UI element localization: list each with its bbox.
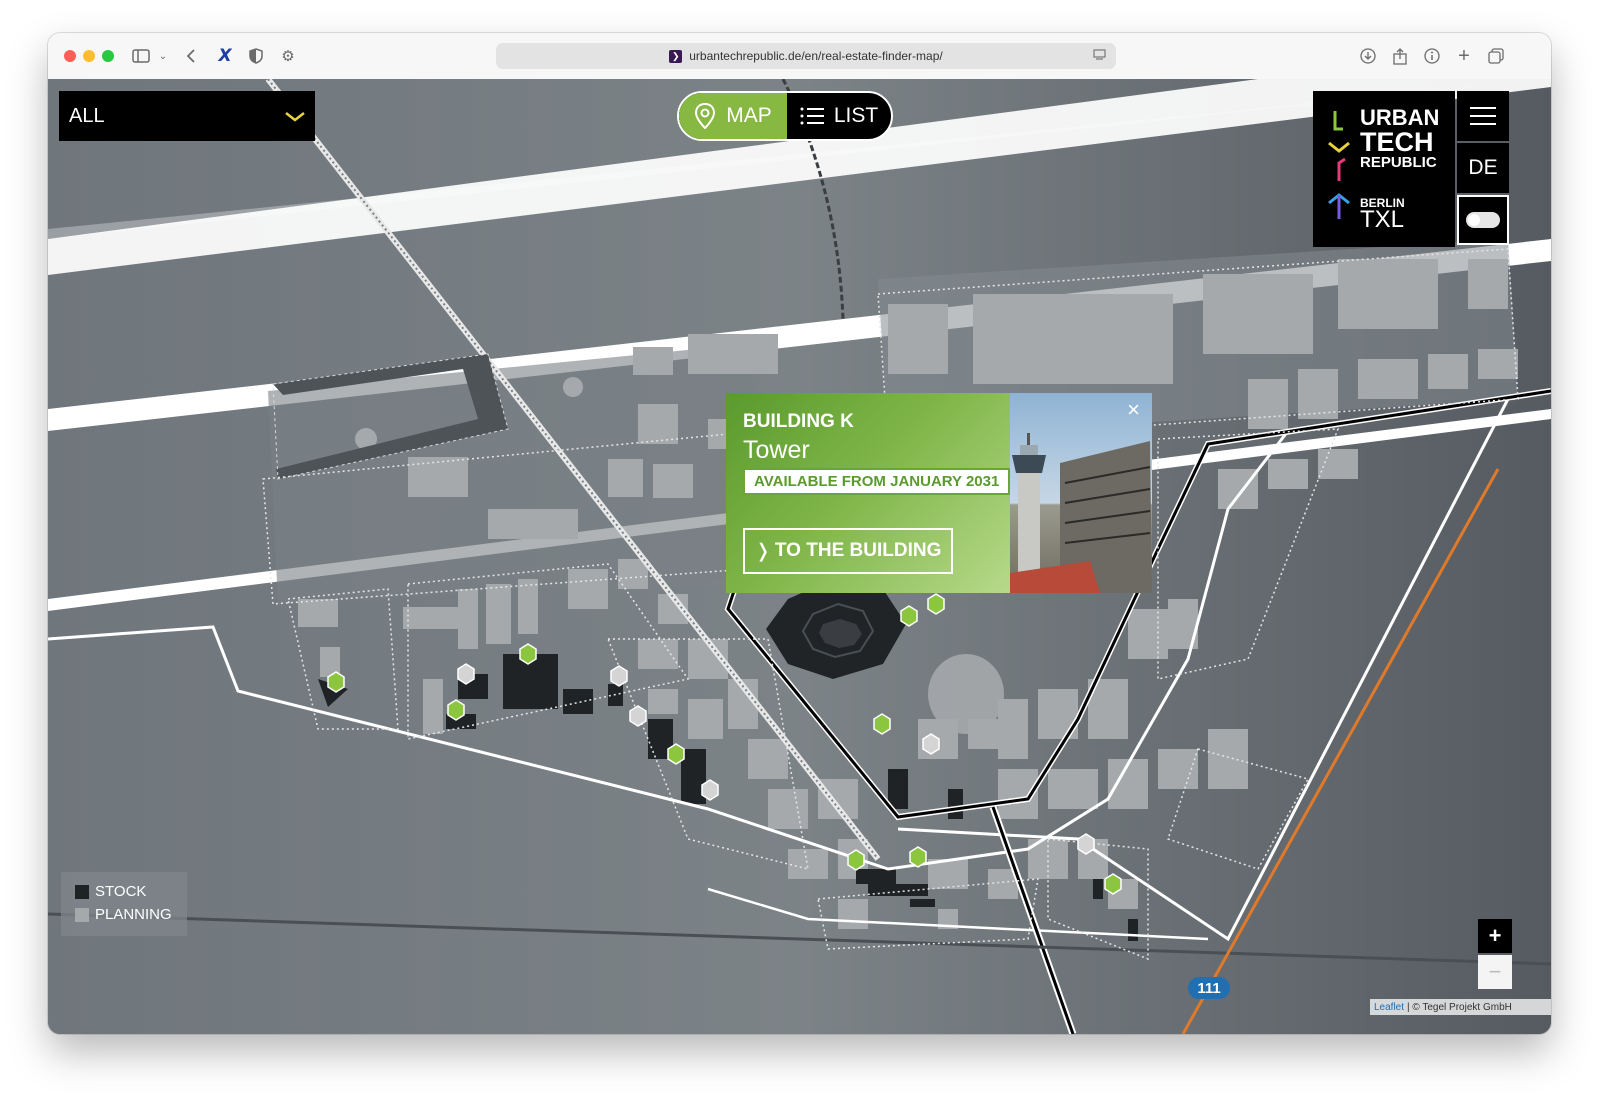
logo-line2: TECH	[1360, 127, 1434, 157]
close-window-button[interactable]	[64, 50, 76, 62]
popup-title: BUILDING K	[743, 411, 854, 432]
to-the-building-label: TO THE BUILDING	[774, 540, 942, 561]
back-icon[interactable]	[180, 45, 202, 67]
new-tab-plus-icon[interactable]: +	[1453, 45, 1475, 67]
toggle-switch-icon	[1466, 212, 1500, 228]
settings-gear-icon[interactable]: ⚙	[277, 45, 299, 67]
hamburger-menu-icon	[1470, 107, 1496, 125]
map-attribution: Leaflet | © Tegel Projekt GmbH	[1370, 999, 1551, 1015]
logo-line1: URBAN	[1360, 105, 1440, 130]
privacy-shield-icon[interactable]	[245, 45, 267, 67]
display-toggle-switch[interactable]	[1457, 195, 1509, 245]
marker-available	[447, 699, 465, 721]
list-icon	[800, 107, 824, 125]
marker-unavailable	[629, 705, 647, 727]
marker-available	[847, 849, 865, 871]
zoom-out-button[interactable]: −	[1478, 955, 1512, 989]
legend-stock-label: STOCK	[95, 883, 147, 900]
marker-unavailable	[457, 663, 475, 685]
map-page: 111 ALL MAP LIST URBAN TECH REPUBLIC BER…	[48, 79, 1551, 1034]
chevron-down-icon[interactable]: ⌄	[152, 45, 174, 67]
minimize-window-button[interactable]	[83, 50, 95, 62]
view-toggle: MAP LIST	[677, 91, 893, 141]
browser-window: ⌄ 𝙓 ⚙ ❯ urbantechrepublic.de/en/real-est…	[48, 33, 1551, 1034]
sidebar-toggle-icon[interactable]	[130, 45, 152, 67]
logo-line3: REPUBLIC	[1360, 154, 1437, 171]
popup-subtitle: Tower	[743, 436, 810, 464]
attribution-text: | © Tegel Projekt GmbH	[1407, 1001, 1512, 1013]
marker-unavailable	[1077, 833, 1095, 855]
marker-available	[927, 593, 945, 615]
menu-button[interactable]	[1457, 91, 1509, 141]
availability-badge: AVAILABLE FROM JANUARY 2031	[743, 468, 1011, 495]
marker-unavailable	[610, 665, 628, 687]
browser-toolbar: ⌄ 𝙓 ⚙ ❯ urbantechrepublic.de/en/real-est…	[48, 33, 1551, 80]
marker-available	[909, 846, 927, 868]
close-popup-button[interactable]: ×	[1127, 399, 1140, 421]
building-popup: BUILDING K Tower AVAILABLE FROM JANUARY …	[726, 393, 1152, 593]
marker-available	[900, 605, 918, 627]
popup-info-panel: BUILDING K Tower AVAILABLE FROM JANUARY …	[726, 393, 1011, 593]
legend-planning-label: PLANNING	[95, 906, 172, 923]
zoom-in-button[interactable]: +	[1478, 919, 1512, 953]
utr-logo[interactable]: URBAN TECH REPUBLIC BERLIN TXL	[1313, 91, 1455, 247]
extension-x-icon[interactable]: 𝙓	[214, 45, 236, 67]
logo-line5: TXL	[1360, 206, 1405, 233]
category-filter-dropdown[interactable]: ALL	[59, 91, 315, 141]
tower-photo-illustration	[1010, 433, 1152, 593]
road-number-text: 111	[1197, 980, 1220, 997]
language-switch-button[interactable]: DE	[1457, 143, 1509, 193]
reader-mode-icon[interactable]	[1093, 49, 1106, 64]
to-the-building-button[interactable]: ❭ TO THE BUILDING	[743, 528, 954, 574]
url-text: urbantechrepublic.de/en/real-estate-find…	[689, 49, 943, 63]
marker-unavailable	[701, 779, 719, 801]
tab-overview-icon[interactable]	[1485, 45, 1507, 67]
marker-available	[519, 643, 537, 665]
marker-available	[327, 671, 345, 693]
info-icon[interactable]	[1421, 45, 1443, 67]
filter-label: ALL	[69, 104, 105, 127]
share-icon[interactable]	[1389, 45, 1411, 67]
green-park-area	[928, 654, 1004, 734]
marker-available	[667, 743, 685, 765]
marker-available	[873, 713, 891, 735]
building-photo: ×	[1010, 393, 1152, 593]
list-view-button[interactable]: LIST	[787, 93, 891, 139]
map-pin-icon	[694, 103, 716, 129]
stock-swatch	[75, 885, 89, 899]
chevron-down-icon	[285, 105, 305, 128]
address-bar[interactable]: ❯ urbantechrepublic.de/en/real-estate-fi…	[496, 43, 1116, 69]
chevron-right-icon: ❭	[755, 540, 771, 562]
download-icon[interactable]	[1357, 45, 1379, 67]
planning-swatch	[75, 908, 89, 922]
list-view-label: LIST	[833, 104, 879, 127]
map-view-label: MAP	[726, 104, 772, 127]
marker-unavailable	[922, 733, 940, 755]
leaflet-link[interactable]: Leaflet	[1374, 1002, 1404, 1013]
marker-available	[1104, 873, 1122, 895]
zoom-window-button[interactable]	[102, 50, 114, 62]
map-legend: STOCK PLANNING	[61, 872, 187, 936]
map-view-button[interactable]: MAP	[679, 93, 787, 139]
site-favicon-icon: ❯	[669, 49, 683, 63]
